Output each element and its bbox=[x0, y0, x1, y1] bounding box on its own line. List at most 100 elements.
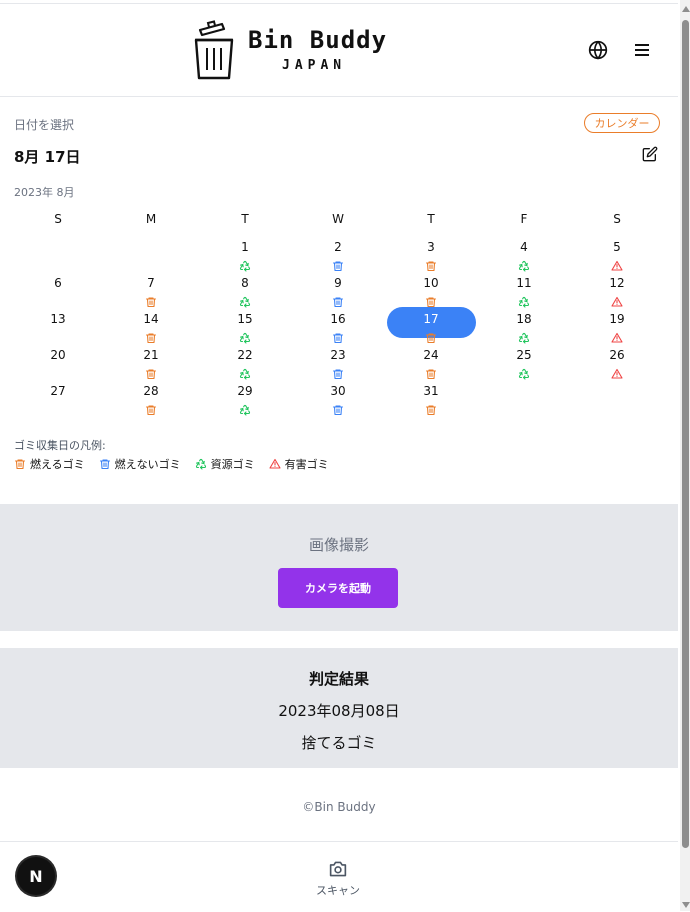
recycle-icon bbox=[239, 332, 251, 344]
recycle-icon bbox=[239, 260, 251, 272]
day-number: 25 bbox=[516, 348, 532, 362]
calendar-day[interactable]: 31 bbox=[385, 384, 477, 420]
scroll-down-arrow-icon[interactable] bbox=[682, 902, 690, 908]
language-button[interactable] bbox=[586, 38, 610, 62]
day-collection-icon bbox=[239, 257, 251, 272]
globe-icon bbox=[588, 40, 608, 60]
day-number: 21 bbox=[143, 348, 159, 362]
day-number: 19 bbox=[609, 312, 625, 326]
scan-tab[interactable]: スキャン bbox=[300, 860, 376, 900]
trash-bin-logo-icon bbox=[194, 20, 234, 80]
calendar-day[interactable]: 6 bbox=[12, 276, 104, 312]
calendar-day[interactable]: 17 bbox=[385, 312, 477, 348]
day-collection-icon bbox=[332, 329, 344, 344]
bottom-nav: スキャン bbox=[0, 841, 678, 912]
day-number: 11 bbox=[516, 276, 532, 290]
day-collection-icon bbox=[518, 293, 530, 308]
calendar-day[interactable]: 23 bbox=[292, 348, 384, 384]
calendar-day[interactable]: 11 bbox=[478, 276, 570, 312]
menu-button[interactable] bbox=[630, 38, 654, 62]
calendar-day[interactable]: 21 bbox=[105, 348, 197, 384]
scrollbar-thumb[interactable] bbox=[682, 20, 689, 848]
calendar-day[interactable]: 20 bbox=[12, 348, 104, 384]
recycle-icon bbox=[518, 296, 530, 308]
nextjs-dev-badge[interactable]: N bbox=[17, 857, 55, 895]
scroll-up-arrow-icon[interactable] bbox=[682, 6, 690, 12]
day-collection-icon bbox=[239, 329, 251, 344]
calendar-day[interactable]: 24 bbox=[385, 348, 477, 384]
day-number: 26 bbox=[609, 348, 625, 362]
day-number: 6 bbox=[54, 276, 62, 290]
trash-icon bbox=[332, 333, 344, 344]
calendar-day[interactable]: 13 bbox=[12, 312, 104, 348]
result-title: 判定結果 bbox=[308, 670, 369, 688]
legend-item: 燃えないゴミ bbox=[99, 456, 181, 472]
day-number: 27 bbox=[50, 384, 66, 398]
day-collection-icon bbox=[145, 365, 157, 380]
day-number: 10 bbox=[423, 276, 439, 290]
calendar-day[interactable]: 25 bbox=[478, 348, 570, 384]
day-number: 4 bbox=[520, 240, 528, 254]
calendar-day[interactable]: 22 bbox=[199, 348, 291, 384]
day-number: 22 bbox=[237, 348, 253, 362]
calendar-day[interactable]: 3 bbox=[385, 240, 477, 276]
day-collection-icon bbox=[332, 293, 344, 308]
calendar-day[interactable]: 26 bbox=[571, 348, 663, 384]
trash-icon bbox=[14, 459, 26, 470]
day-collection-icon bbox=[518, 365, 530, 380]
weekday-header: F bbox=[520, 212, 528, 226]
result-type: 捨てるゴミ bbox=[301, 734, 377, 752]
warning-icon bbox=[611, 332, 623, 343]
calendar-day[interactable]: 18 bbox=[478, 312, 570, 348]
calendar-day[interactable]: 4 bbox=[478, 240, 570, 276]
calendar-day[interactable]: 5 bbox=[571, 240, 663, 276]
day-collection-icon bbox=[332, 257, 344, 272]
calendar-day[interactable]: 1 bbox=[199, 240, 291, 276]
day-collection-icon bbox=[518, 257, 530, 272]
day-collection-icon bbox=[239, 293, 251, 308]
bin-buddy-logo[interactable]: Bin Buddy JAPAN bbox=[192, 20, 392, 82]
calendar-toggle-button[interactable]: カレンダー bbox=[584, 113, 660, 133]
logo-subtitle: JAPAN bbox=[282, 58, 347, 73]
calendar-day[interactable]: 7 bbox=[105, 276, 197, 312]
date-select-label: 日付を選択 bbox=[14, 118, 75, 132]
day-collection-icon bbox=[145, 401, 157, 416]
trash-icon bbox=[425, 261, 437, 272]
edit-date-button[interactable] bbox=[642, 146, 658, 162]
day-number: 12 bbox=[609, 276, 625, 290]
calendar-day[interactable]: 15 bbox=[199, 312, 291, 348]
day-number: 3 bbox=[427, 240, 435, 254]
calendar-day[interactable]: 27 bbox=[12, 384, 104, 420]
day-number: 13 bbox=[50, 312, 66, 326]
edit-icon bbox=[642, 146, 658, 162]
day-number: 29 bbox=[237, 384, 253, 398]
calendar-day[interactable]: 12 bbox=[571, 276, 663, 312]
day-number: 16 bbox=[330, 312, 346, 326]
recycle-icon bbox=[195, 458, 206, 470]
calendar-day[interactable]: 19 bbox=[571, 312, 663, 348]
trash-icon bbox=[425, 369, 437, 380]
calendar-day[interactable]: 28 bbox=[105, 384, 197, 420]
calendar-day[interactable]: 30 bbox=[292, 384, 384, 420]
day-collection-icon bbox=[145, 329, 157, 344]
selected-date: 8月 17日 bbox=[14, 148, 81, 166]
calendar-day[interactable]: 29 bbox=[199, 384, 291, 420]
day-collection-icon bbox=[425, 365, 437, 380]
hamburger-menu-icon bbox=[635, 44, 649, 56]
calendar-day[interactable]: 14 bbox=[105, 312, 197, 348]
day-collection-icon bbox=[611, 365, 623, 379]
calendar-day[interactable]: 8 bbox=[199, 276, 291, 312]
calendar-day[interactable]: 2 bbox=[292, 240, 384, 276]
calendar-day[interactable]: 9 bbox=[292, 276, 384, 312]
start-camera-button[interactable]: カメラを起動 bbox=[278, 568, 398, 608]
recycle-icon bbox=[518, 332, 530, 344]
warning-icon bbox=[611, 368, 623, 379]
capture-title: 画像撮影 bbox=[308, 536, 369, 554]
day-collection-icon bbox=[239, 401, 251, 416]
day-collection-icon bbox=[239, 365, 251, 380]
legend-item: 燃えるゴミ bbox=[14, 456, 85, 472]
calendar-month-label: 2023年 8月 bbox=[14, 186, 75, 199]
calendar-day[interactable]: 16 bbox=[292, 312, 384, 348]
legend-label: 燃えないゴミ bbox=[114, 458, 181, 471]
calendar-day[interactable]: 10 bbox=[385, 276, 477, 312]
